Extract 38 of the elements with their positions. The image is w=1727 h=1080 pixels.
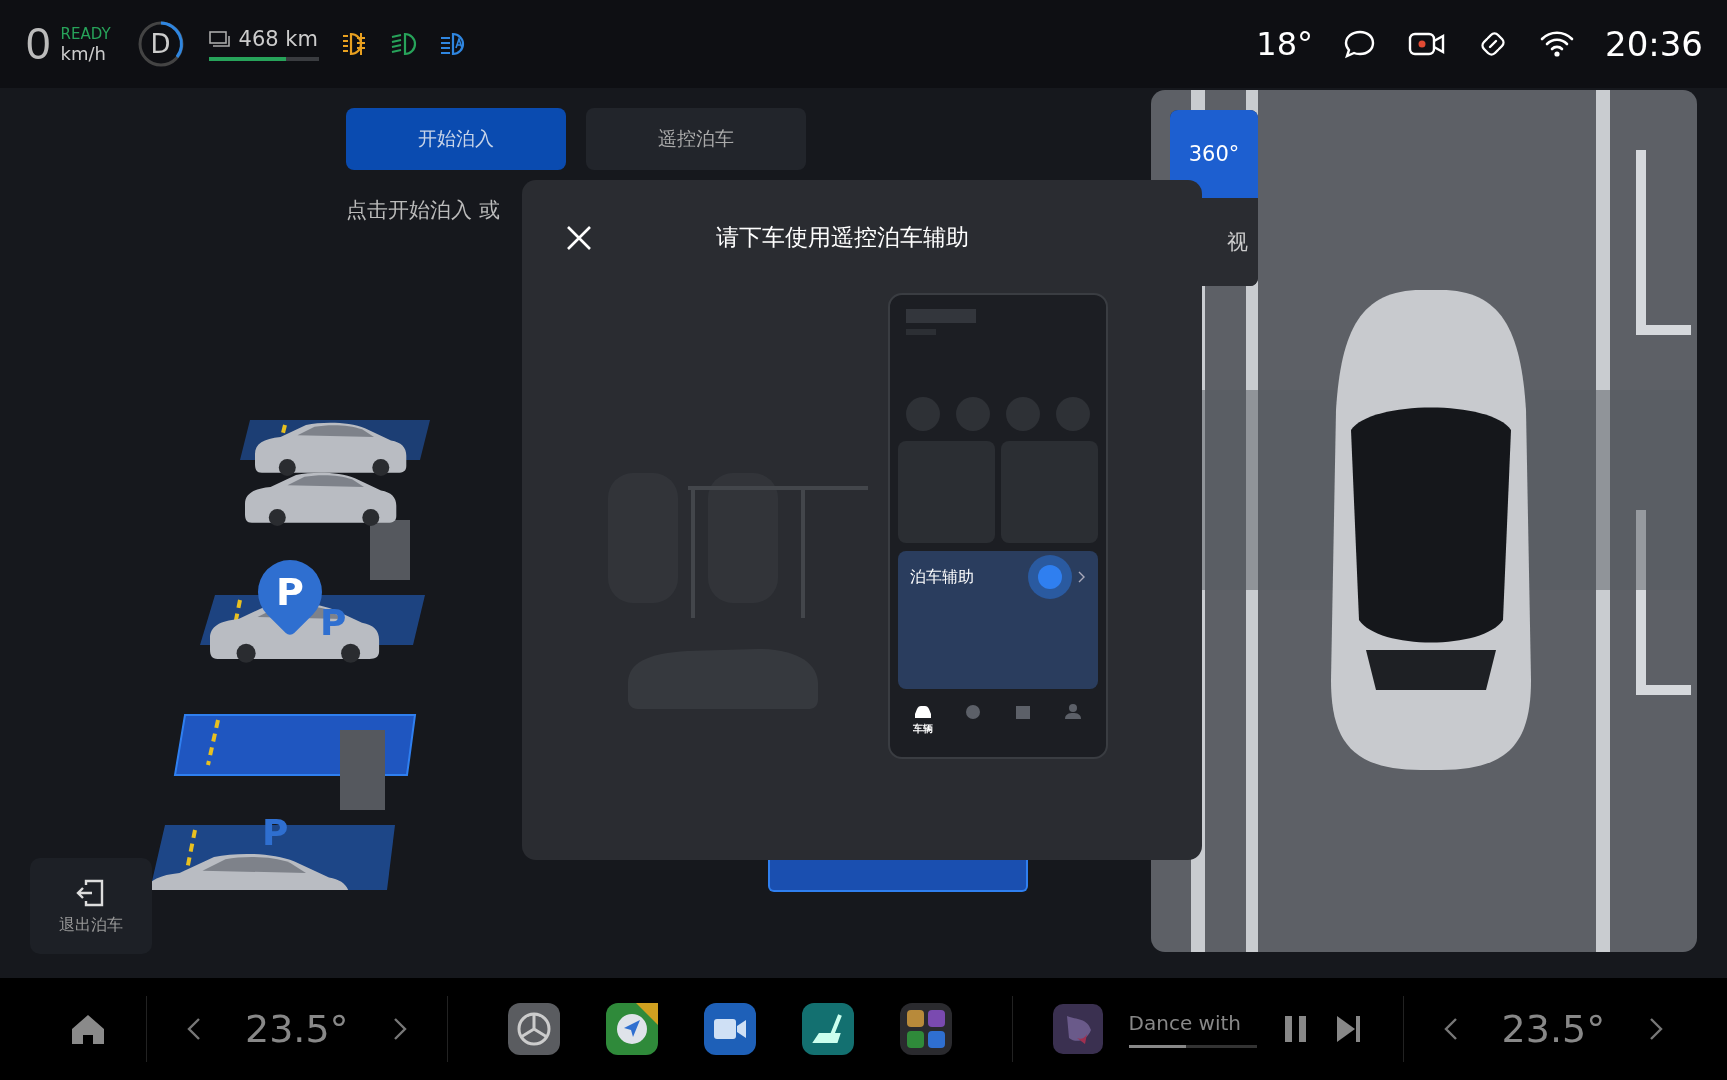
- chevron-right-icon: [1078, 571, 1086, 583]
- album-art-icon[interactable]: [1052, 1004, 1103, 1054]
- wifi-icon[interactable]: [1539, 29, 1575, 59]
- home-icon[interactable]: [70, 1012, 106, 1046]
- chevron-left-icon[interactable]: [187, 1017, 201, 1041]
- battery-icon: [208, 30, 231, 48]
- speed-unit: km/h: [60, 42, 107, 64]
- video-camera-icon[interactable]: [703, 1003, 756, 1055]
- ready-label: READY: [60, 24, 111, 43]
- mode-tab[interactable]: 遥控泊车: [586, 108, 806, 170]
- navigation-icon[interactable]: [605, 1003, 658, 1055]
- app-grid-icon[interactable]: [899, 1003, 952, 1055]
- skip-next-icon[interactable]: [1334, 1014, 1363, 1044]
- chevron-right-icon[interactable]: [392, 1017, 407, 1041]
- seat-icon[interactable]: [801, 1003, 854, 1055]
- card-title: 泊车辅助: [910, 566, 975, 588]
- chevron-left-icon[interactable]: [1443, 1017, 1458, 1041]
- settings-icon[interactable]: [507, 1003, 560, 1055]
- app-tab-icon[interactable]: [913, 703, 933, 720]
- app-tab-label[interactable]: 车辆: [913, 722, 933, 736]
- outside-temperature: 18°: [1256, 25, 1313, 63]
- close-icon[interactable]: [566, 224, 592, 251]
- dialog-title: 请下车使用遥控泊车辅助: [716, 223, 969, 252]
- clock-time: 20:36: [1605, 24, 1703, 64]
- temperature-value: 23.5°: [1501, 1007, 1606, 1051]
- message-icon[interactable]: [1343, 28, 1377, 60]
- placeholder-bar: [906, 309, 976, 323]
- exit-parking-button[interactable]: 退出泊车: [30, 858, 152, 954]
- range-value: 468 km: [238, 27, 318, 51]
- camera-view-tab[interactable]: 360°: [1170, 110, 1258, 198]
- temperature-value: 23.5°: [245, 1007, 349, 1051]
- hint-text: 点击开始泊入 或: [346, 197, 501, 224]
- mode-tab[interactable]: 开始泊入: [346, 108, 566, 170]
- speed-value: 0: [26, 19, 51, 69]
- song-title: Dance with: [1128, 1010, 1243, 1035]
- pause-icon[interactable]: [1282, 1014, 1309, 1044]
- chevron-right-icon[interactable]: [1649, 1017, 1664, 1041]
- gear-indicator: D: [136, 20, 185, 68]
